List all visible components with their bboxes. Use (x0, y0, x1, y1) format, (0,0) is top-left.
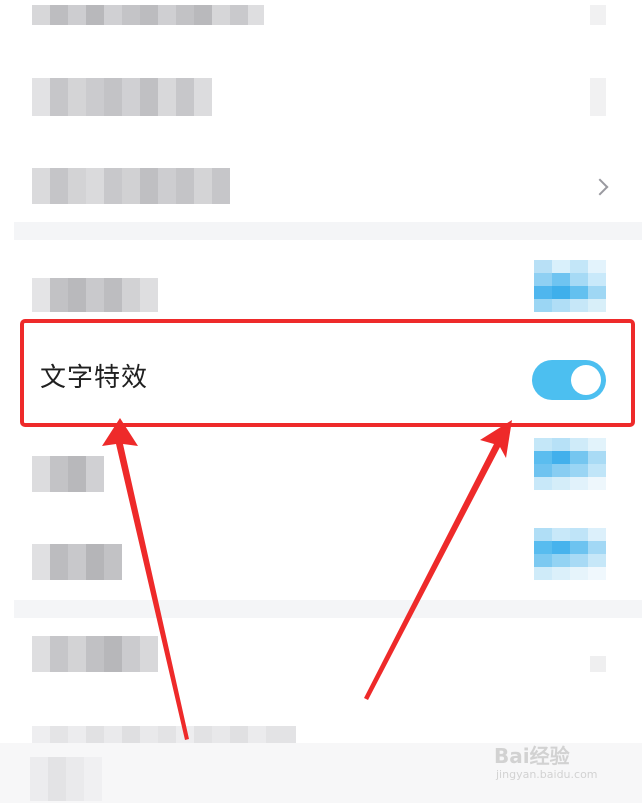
left-arrow (102, 418, 189, 740)
right-arrow (364, 420, 512, 700)
annotation-arrows (102, 418, 512, 740)
